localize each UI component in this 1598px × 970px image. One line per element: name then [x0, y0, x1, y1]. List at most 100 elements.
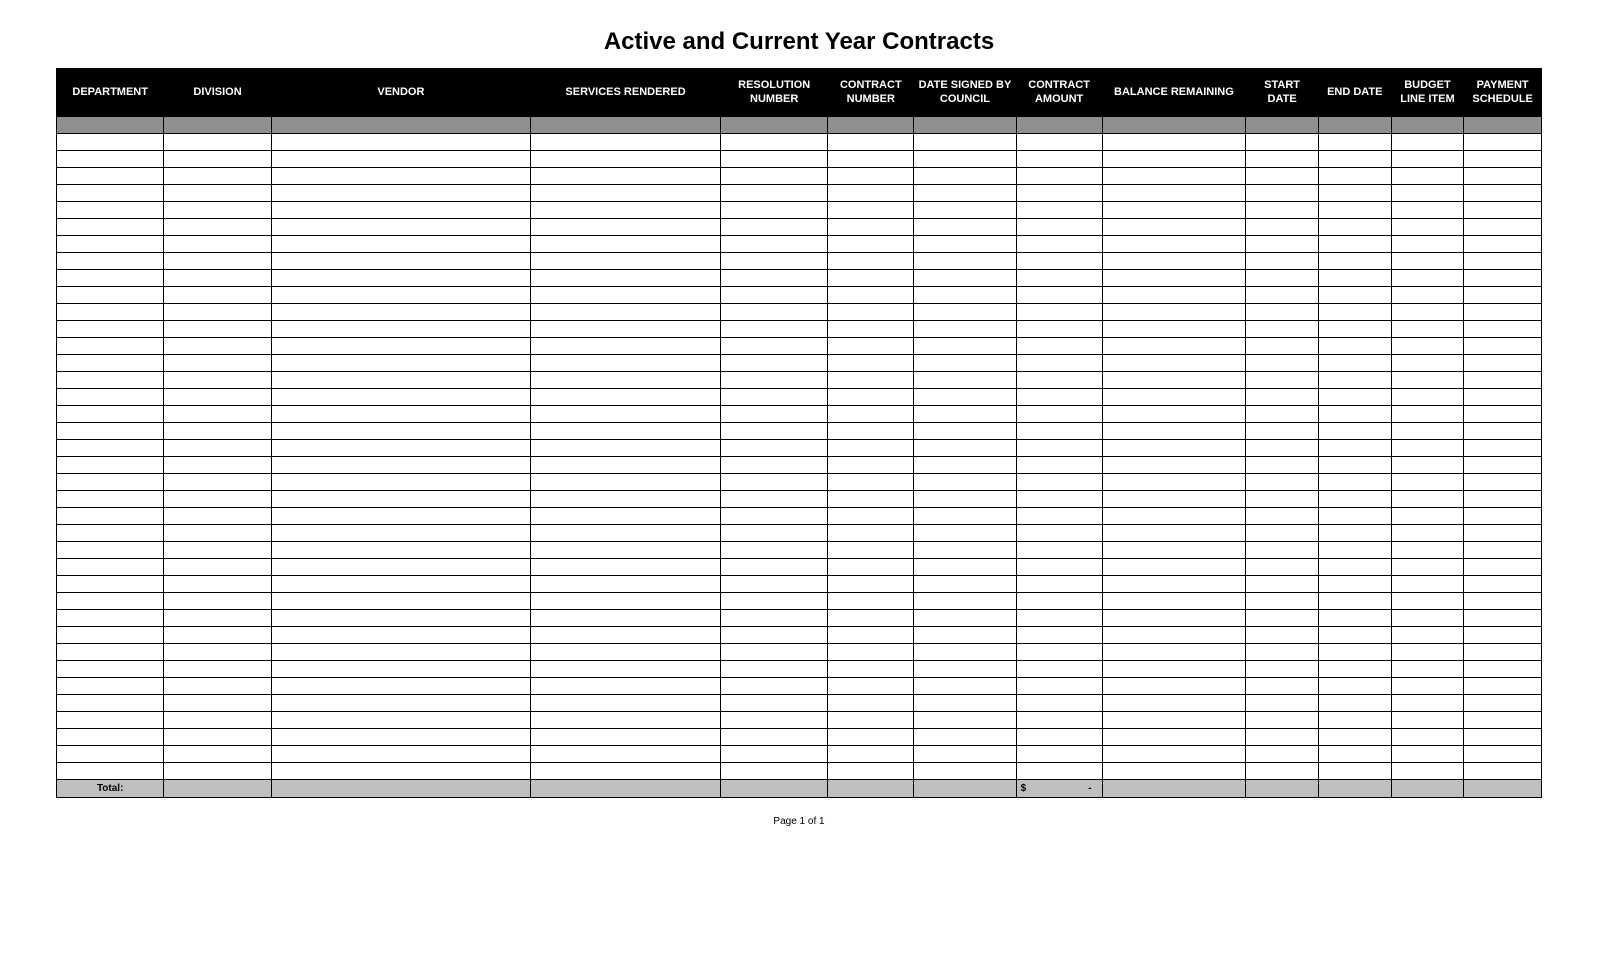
cell: [721, 389, 828, 406]
cell: [1464, 729, 1542, 746]
cell: [531, 321, 721, 338]
cell: [164, 525, 271, 542]
cell: [164, 253, 271, 270]
cell: [828, 559, 914, 576]
cell: [1246, 491, 1319, 508]
cell: [1102, 457, 1246, 474]
cell: [1318, 746, 1391, 763]
table-row-shaded: [57, 117, 1542, 134]
cell: [1016, 525, 1102, 542]
cell: [1318, 695, 1391, 712]
cell: [721, 627, 828, 644]
cell: [531, 542, 721, 559]
cell: [1246, 644, 1319, 661]
table-row: [57, 559, 1542, 576]
cell: [1464, 712, 1542, 729]
cell: [1318, 780, 1391, 798]
cell: [828, 236, 914, 253]
cell: [271, 117, 530, 134]
cell: [914, 287, 1016, 304]
cell: [914, 746, 1016, 763]
cell: [1318, 117, 1391, 134]
cell: [914, 304, 1016, 321]
cell: [531, 491, 721, 508]
page-footer: Page 1 of 1: [56, 798, 1542, 827]
cell: [914, 185, 1016, 202]
cell: [828, 610, 914, 627]
cell: [57, 440, 164, 457]
cell: [1391, 457, 1464, 474]
cell: [721, 525, 828, 542]
cell: [1246, 729, 1319, 746]
cell: [1464, 661, 1542, 678]
table-row: [57, 202, 1542, 219]
cell: [531, 253, 721, 270]
cell: [1016, 542, 1102, 559]
table-row: [57, 627, 1542, 644]
table-row: [57, 695, 1542, 712]
cell: [1318, 406, 1391, 423]
cell: [271, 185, 530, 202]
cell: [1246, 389, 1319, 406]
cell: [828, 168, 914, 185]
cell: [1391, 474, 1464, 491]
cell: [1318, 219, 1391, 236]
cell: [57, 627, 164, 644]
cell: [1391, 525, 1464, 542]
cell: [1318, 729, 1391, 746]
cell: [1391, 321, 1464, 338]
cell: [721, 559, 828, 576]
cell: [914, 440, 1016, 457]
cell: [1102, 729, 1246, 746]
column-header: DIVISION: [164, 69, 271, 117]
cell: [531, 202, 721, 219]
cell: [271, 270, 530, 287]
cell: [828, 780, 914, 798]
cell: [531, 423, 721, 440]
cell: [271, 321, 530, 338]
cell: [57, 661, 164, 678]
cell: [1102, 389, 1246, 406]
cell: [828, 304, 914, 321]
cell: [531, 457, 721, 474]
table-header: DEPARTMENTDIVISIONVENDORSERVICES RENDERE…: [57, 69, 1542, 117]
cell: [1102, 287, 1246, 304]
cell: [1464, 610, 1542, 627]
cell: [1246, 593, 1319, 610]
cell: [57, 185, 164, 202]
cell: [828, 627, 914, 644]
cell: [531, 406, 721, 423]
cell: [1016, 576, 1102, 593]
cell: [1102, 678, 1246, 695]
cell: [1464, 304, 1542, 321]
cell: [1464, 474, 1542, 491]
cell: [1318, 542, 1391, 559]
cell: [1391, 372, 1464, 389]
cell: [1016, 610, 1102, 627]
cell: [164, 304, 271, 321]
cell: [914, 423, 1016, 440]
cell: [1016, 168, 1102, 185]
cell: [1318, 270, 1391, 287]
cell: [531, 559, 721, 576]
cell: [1318, 763, 1391, 780]
cell: [1391, 219, 1464, 236]
cell: [1464, 644, 1542, 661]
cell: [1318, 287, 1391, 304]
cell: [271, 236, 530, 253]
cell: [914, 270, 1016, 287]
cell: [271, 559, 530, 576]
cell: [1464, 270, 1542, 287]
column-header: START DATE: [1246, 69, 1319, 117]
page-document: Active and Current Year Contracts DEPART…: [0, 0, 1598, 827]
cell: [721, 474, 828, 491]
cell: [1016, 729, 1102, 746]
cell: [57, 644, 164, 661]
table-row: [57, 576, 1542, 593]
cell: [164, 695, 271, 712]
cell: [914, 117, 1016, 134]
cell: [164, 287, 271, 304]
cell: [1464, 219, 1542, 236]
cell: [1464, 423, 1542, 440]
cell: [721, 168, 828, 185]
